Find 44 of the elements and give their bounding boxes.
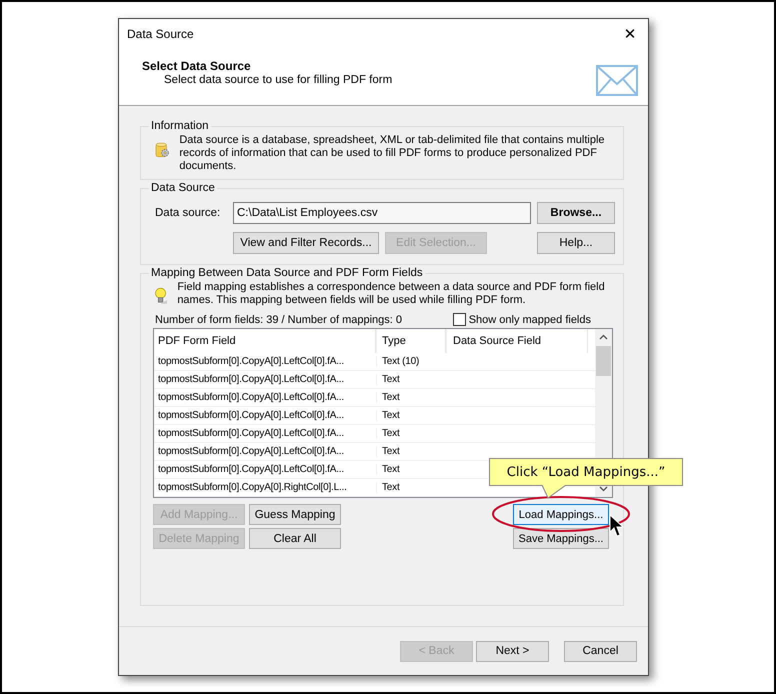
table-cell: Text bbox=[376, 482, 446, 493]
table-cell: Text bbox=[376, 446, 446, 457]
table-cell-text: topmostSubform[0].CopyA[0].LeftCol[0].fA... bbox=[157, 392, 345, 403]
table-cell: Text bbox=[376, 392, 446, 403]
column-header[interactable]: Data Source Field bbox=[446, 329, 588, 353]
dialog-button[interactable]: View and Filter Records... bbox=[233, 232, 379, 254]
table-cell-text: topmostSubform[0].CopyA[0].LeftCol[0].fA... bbox=[157, 374, 345, 385]
cursor-icon bbox=[609, 514, 625, 538]
envelope-icon bbox=[596, 65, 638, 96]
table-cell-text: topmostSubform[0].CopyA[0].LeftCol[0].fA... bbox=[157, 356, 345, 367]
column-header[interactable]: PDF Form Field bbox=[154, 329, 376, 353]
table-cell: Text bbox=[376, 410, 446, 421]
callout-text: Click “Load Mappings...” bbox=[506, 464, 666, 480]
group-legend: Information bbox=[149, 120, 211, 132]
page-title: Select Data Source bbox=[142, 59, 252, 73]
group-legend: Mapping Between Data Source and PDF Form Fields bbox=[149, 267, 425, 279]
table-cell-text: topmostSubform[0].CopyA[0].LeftCol[0].fA... bbox=[157, 428, 345, 439]
table-cell: Text bbox=[376, 428, 446, 439]
column-header[interactable]: Type bbox=[376, 329, 446, 353]
wizard-button[interactable]: Cancel bbox=[564, 640, 637, 662]
wizard-button[interactable]: Next > bbox=[476, 640, 549, 662]
mapping-button[interactable]: Load Mappings... bbox=[513, 504, 609, 525]
group-legend: Data Source bbox=[149, 182, 217, 194]
mapping-button[interactable]: Clear All bbox=[249, 528, 341, 549]
data-source-field[interactable]: C:\Data\List Employees.csv bbox=[233, 202, 531, 224]
table-cell: Text (10) bbox=[376, 356, 446, 367]
table-cell-text: topmostSubform[0].CopyA[0].RightCol[0].L... bbox=[157, 482, 348, 493]
dialog-button[interactable]: Browse... bbox=[537, 202, 615, 224]
scroll-thumb[interactable] bbox=[596, 346, 611, 376]
data-source-label: Data source: bbox=[155, 207, 222, 219]
table-cell-text: topmostSubform[0].CopyA[0].LeftCol[0].fA... bbox=[157, 410, 345, 421]
dialog-button[interactable]: Help... bbox=[537, 232, 615, 254]
show-mapped-checkbox[interactable]: Show only mapped fields bbox=[452, 313, 591, 326]
mapping-counts: Number of form fields: 39 / Number of mappings: 0 bbox=[155, 314, 402, 326]
window-title: Data Source bbox=[127, 27, 194, 41]
page-subtitle: Select data source to use for filling PDF form bbox=[163, 74, 392, 86]
information-text: Data source is a database, spreadsheet, XML or tab-delimited file that contains multiple records of information that can be used to fill PDF forms to produce personalized PDF documents. bbox=[179, 134, 606, 173]
table-cell: Text bbox=[376, 374, 446, 385]
table-cell-text: topmostSubform[0].CopyA[0].LeftCol[0].fA... bbox=[157, 464, 345, 475]
table-cell: Text bbox=[376, 464, 446, 475]
table-cell-text: topmostSubform[0].CopyA[0].LeftCol[0].fA... bbox=[157, 446, 345, 457]
mapping-button[interactable]: Guess Mapping bbox=[249, 504, 341, 525]
mapping-description: Field mapping establishes a correspondence between a data source and PDF form field names. This mapping between fields will be used while filling PDF form. bbox=[177, 281, 606, 307]
mapping-button[interactable]: Save Mappings... bbox=[513, 528, 609, 549]
